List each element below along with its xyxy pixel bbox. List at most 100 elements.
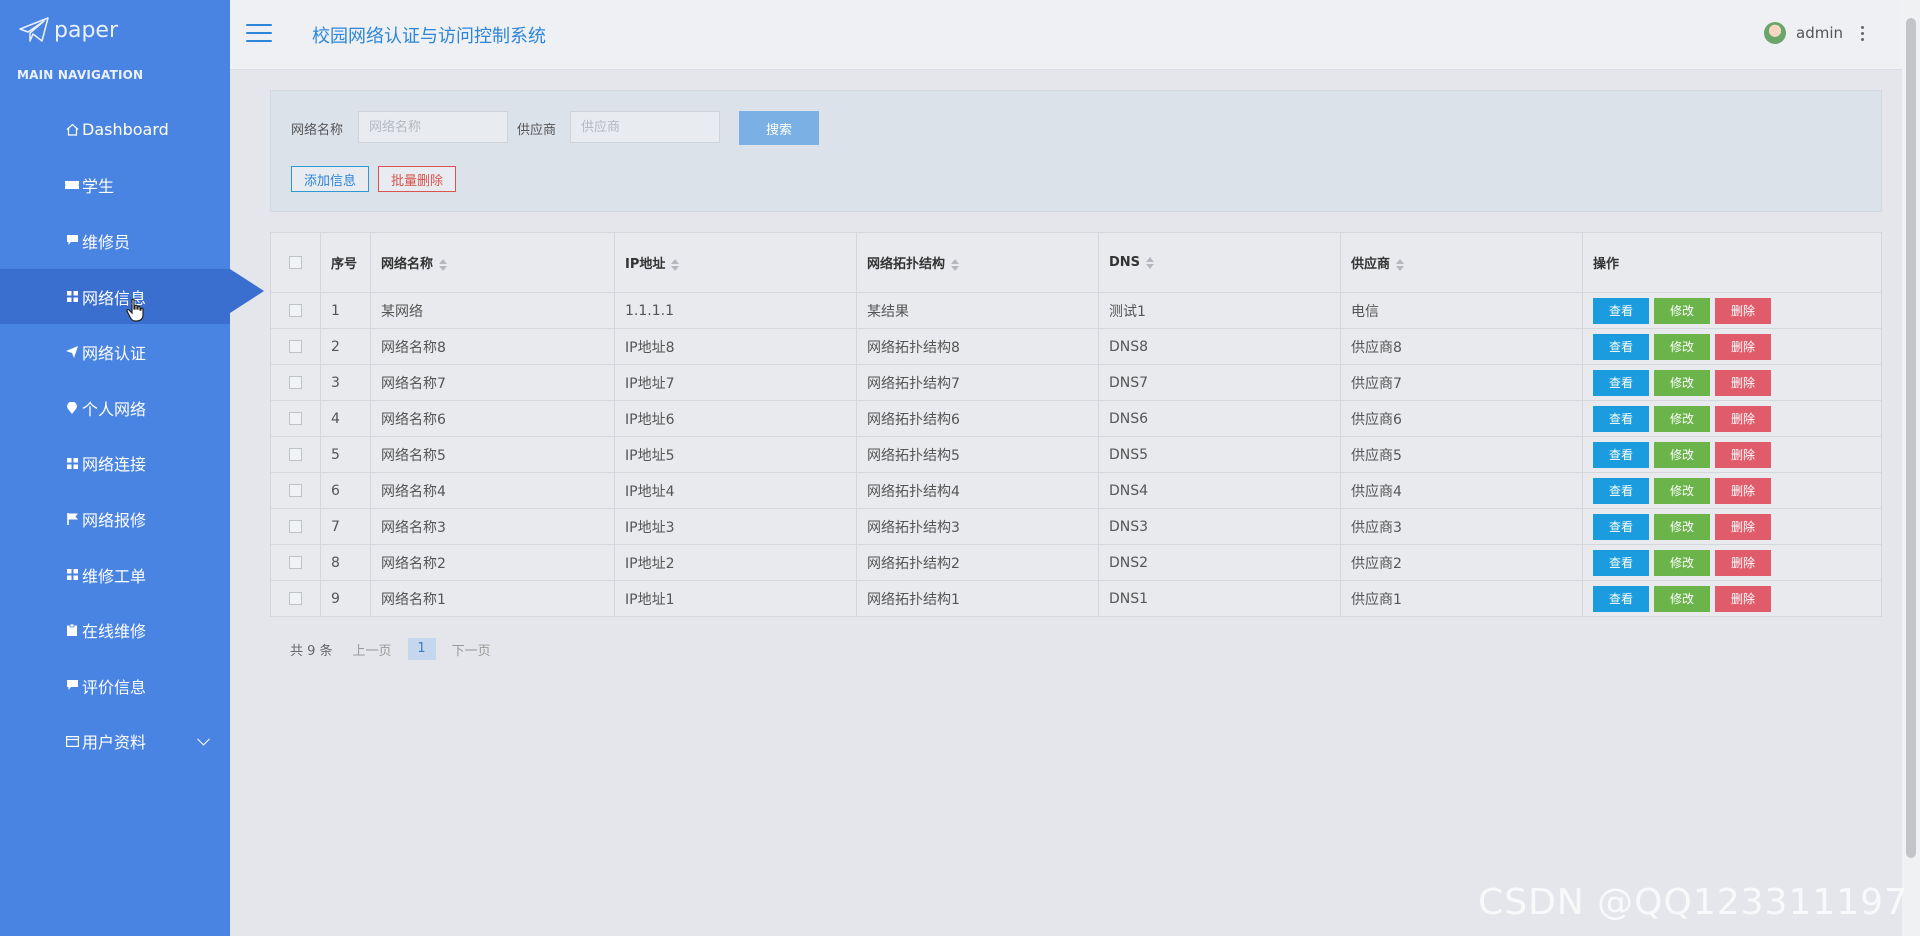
row-checkbox[interactable] xyxy=(289,592,302,605)
next-page-link[interactable]: 下一页 xyxy=(452,640,491,659)
cell-network-name: 网络名称1 xyxy=(370,580,615,617)
row-checkbox[interactable] xyxy=(289,304,302,317)
sort-icon[interactable] xyxy=(1146,256,1155,269)
sidebar-item-8[interactable]: 维修工单 xyxy=(0,547,230,603)
cell-dns: DNS1 xyxy=(1098,580,1341,617)
cell-actions: 查看 修改 删除 xyxy=(1582,544,1882,581)
sort-icon[interactable] xyxy=(671,258,680,271)
edit-button[interactable]: 修改 xyxy=(1654,405,1710,432)
edit-button[interactable]: 修改 xyxy=(1654,477,1710,504)
sidebar-item-3[interactable]: 网络信息 xyxy=(0,268,264,325)
view-button[interactable]: 查看 xyxy=(1593,441,1649,468)
add-info-button[interactable]: 添加信息 xyxy=(291,166,369,192)
sidebar-item-2[interactable]: 维修员 xyxy=(0,213,230,269)
sidebar-item-label: Dashboard xyxy=(82,120,169,140)
cell-no: 1 xyxy=(320,292,371,329)
select-all-checkbox[interactable] xyxy=(289,256,302,269)
row-select-cell[interactable] xyxy=(270,328,321,365)
table-row: 4 网络名称6 IP地址6 网络拓扑结构6 DNS6 供应商6 查看 修改 删除 xyxy=(270,400,1882,437)
view-button[interactable]: 查看 xyxy=(1593,405,1649,432)
row-checkbox[interactable] xyxy=(289,376,302,389)
row-select-cell[interactable] xyxy=(270,436,321,473)
row-select-cell[interactable] xyxy=(270,472,321,509)
network-name-label: 网络名称 xyxy=(291,123,344,138)
edit-button[interactable]: 修改 xyxy=(1654,549,1710,576)
view-button[interactable]: 查看 xyxy=(1593,369,1649,396)
header-supplier[interactable]: 供应商 xyxy=(1340,232,1583,293)
sidebar-item-10[interactable]: 评价信息 xyxy=(0,658,230,714)
grid-icon xyxy=(64,291,80,303)
sort-icon[interactable] xyxy=(951,258,960,271)
system-title: 校园网络认证与访问控制系统 xyxy=(312,26,546,47)
sidebar-item-1[interactable]: 学生 xyxy=(0,158,230,214)
row-checkbox[interactable] xyxy=(289,448,302,461)
table-row: 9 网络名称1 IP地址1 网络拓扑结构1 DNS1 供应商1 查看 修改 删除 xyxy=(270,580,1882,617)
view-button[interactable]: 查看 xyxy=(1593,585,1649,612)
sidebar-item-9[interactable]: 在线维修 xyxy=(0,602,230,658)
sidebar-item-5[interactable]: 个人网络 xyxy=(0,380,230,436)
delete-button[interactable]: 删除 xyxy=(1715,477,1771,504)
edit-button[interactable]: 修改 xyxy=(1654,585,1710,612)
delete-button[interactable]: 删除 xyxy=(1715,549,1771,576)
row-select-cell[interactable] xyxy=(270,364,321,401)
row-select-cell[interactable] xyxy=(270,292,321,329)
avatar[interactable] xyxy=(1764,22,1786,44)
menu-toggle-icon[interactable] xyxy=(246,24,272,44)
delete-button[interactable]: 删除 xyxy=(1715,405,1771,432)
cell-ip: IP地址2 xyxy=(614,544,857,581)
row-select-cell[interactable] xyxy=(270,508,321,545)
view-button[interactable]: 查看 xyxy=(1593,477,1649,504)
header-dns[interactable]: DNS xyxy=(1098,232,1341,293)
row-checkbox[interactable] xyxy=(289,484,302,497)
sidebar-item-4[interactable]: 网络认证 xyxy=(0,324,230,380)
edit-button[interactable]: 修改 xyxy=(1654,441,1710,468)
chevron-down-icon[interactable] xyxy=(197,733,210,746)
row-select-cell[interactable] xyxy=(270,580,321,617)
more-vertical-icon[interactable] xyxy=(1861,25,1864,41)
row-checkbox[interactable] xyxy=(289,520,302,533)
delete-button[interactable]: 删除 xyxy=(1715,585,1771,612)
row-checkbox[interactable] xyxy=(289,412,302,425)
sidebar-item-0[interactable]: Dashboard xyxy=(0,102,230,158)
row-checkbox[interactable] xyxy=(289,340,302,353)
page-scrollbar[interactable] xyxy=(1902,0,1920,936)
delete-button[interactable]: 删除 xyxy=(1715,333,1771,360)
username[interactable]: admin xyxy=(1796,24,1843,42)
view-button[interactable]: 查看 xyxy=(1593,549,1649,576)
page-number-button[interactable]: 1 xyxy=(407,638,436,660)
network-name-input[interactable] xyxy=(358,111,508,143)
sidebar-item-label: 维修员 xyxy=(82,232,131,252)
sidebar-item-11[interactable]: 用户资料 xyxy=(0,714,230,770)
prev-page-link[interactable]: 上一页 xyxy=(353,640,392,659)
cell-network-name: 网络名称3 xyxy=(370,508,615,545)
supplier-input[interactable] xyxy=(570,111,720,143)
scrollbar-thumb[interactable] xyxy=(1906,18,1916,858)
header-topology[interactable]: 网络拓扑结构 xyxy=(856,232,1099,293)
cell-dns: DNS5 xyxy=(1098,436,1341,473)
sidebar-item-7[interactable]: 网络报修 xyxy=(0,491,230,547)
row-checkbox[interactable] xyxy=(289,556,302,569)
delete-button[interactable]: 删除 xyxy=(1715,369,1771,396)
header-ip[interactable]: IP地址 xyxy=(614,232,857,293)
row-select-cell[interactable] xyxy=(270,544,321,581)
edit-button[interactable]: 修改 xyxy=(1654,333,1710,360)
edit-button[interactable]: 修改 xyxy=(1654,513,1710,540)
view-button[interactable]: 查看 xyxy=(1593,513,1649,540)
batch-delete-button[interactable]: 批量删除 xyxy=(378,166,456,192)
edit-button[interactable]: 修改 xyxy=(1654,369,1710,396)
view-button[interactable]: 查看 xyxy=(1593,333,1649,360)
view-button[interactable]: 查看 xyxy=(1593,297,1649,324)
sort-icon[interactable] xyxy=(1396,258,1405,271)
sort-icon[interactable] xyxy=(439,258,448,271)
user-menu[interactable]: admin xyxy=(1764,22,1864,44)
delete-button[interactable]: 删除 xyxy=(1715,441,1771,468)
sidebar-item-6[interactable]: 网络连接 xyxy=(0,436,230,492)
select-all-cell[interactable] xyxy=(270,232,321,293)
edit-button[interactable]: 修改 xyxy=(1654,297,1710,324)
header-network-name[interactable]: 网络名称 xyxy=(370,232,615,293)
row-select-cell[interactable] xyxy=(270,400,321,437)
search-button[interactable]: 搜索 xyxy=(739,111,819,145)
delete-button[interactable]: 删除 xyxy=(1715,297,1771,324)
brand-logo[interactable]: paper xyxy=(18,14,118,46)
delete-button[interactable]: 删除 xyxy=(1715,513,1771,540)
